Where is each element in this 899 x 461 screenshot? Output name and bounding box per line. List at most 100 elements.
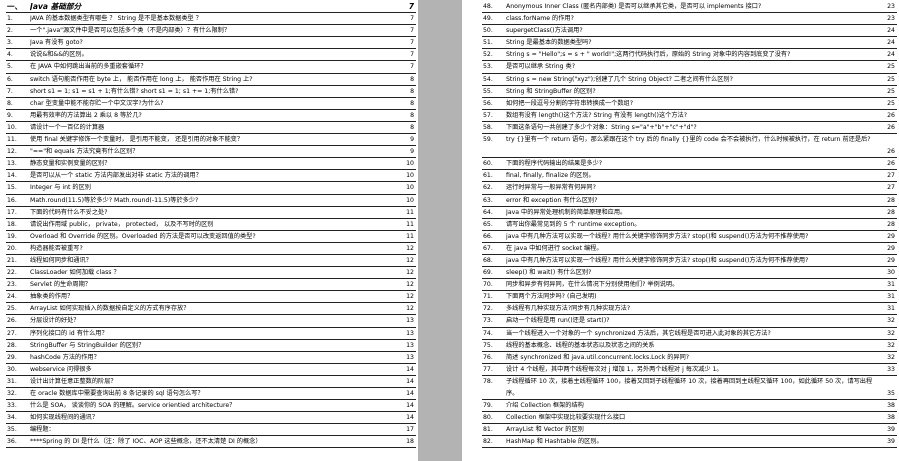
toc-entry-title: String s = new String("xyz");创建了几个 Strin… — [506, 75, 733, 83]
toc-entry[interactable]: 21. 线程如何同步和通讯？ 12 — [6, 255, 416, 268]
toc-entry-number: 50. — [483, 27, 493, 35]
toc-list-left: 一、 Java 基础部分 7 1. JAVA 的基本数据类型有哪些 ？ String 是… — [6, 1, 416, 449]
toc-entry[interactable]: 29. hashCode 方法的作用？ 13 — [6, 352, 416, 364]
toc-entry[interactable]: 35. 编程题： 17 — [6, 424, 416, 437]
toc-entry[interactable]: 36. ****Spring 的 DI 是什么（注：除了 IOC、AOP 这些概念… — [6, 436, 416, 449]
toc-entry[interactable]: 18. 请说出作用域 public， private， protected， 以及… — [6, 219, 416, 231]
toc-entry[interactable]: 8. char 型变量中能不能存贮一个中文汉字?为什么? 8 — [6, 98, 416, 110]
toc-entry[interactable]: 79. 介绍 Collection 框架的结构 38 — [482, 400, 897, 413]
toc-entry[interactable]: 56. 如何把一段逗号分割的字符串转换成一个数组? 25 — [482, 98, 897, 110]
toc-entry-number: 36. — [7, 438, 17, 446]
toc-entry[interactable]: 15. Integer 与 int 的区别 10 — [6, 182, 416, 195]
toc-entry-page-number: 7 — [410, 39, 414, 47]
toc-entry[interactable]: 14. 是否可以从一个 static 方法内部发出对非 static 方法的调用？… — [6, 170, 416, 183]
toc-entry[interactable]: 72. 多线程有几种实现方法?同步有几种实现方法? 31 — [482, 303, 897, 316]
toc-entry[interactable]: 22. ClassLoader 如何加载 class ？ 12 — [6, 267, 416, 280]
toc-entry[interactable]: 49. class.forName 的作用? 23 — [482, 13, 897, 26]
toc-entry[interactable]: 68. java 中有几种方法可以实现一个线程? 用什么关键字修饰同步方法? st… — [482, 255, 897, 268]
toc-entry[interactable]: 66. java 中有几种方法可以实现一个线程? 用什么关键字修饰同步方法? st… — [482, 231, 897, 243]
toc-entry[interactable]: 71. 下面两个方法同步吗? (自己发明) 31 — [482, 291, 897, 304]
toc-entry[interactable]: 69. sleep() 和 wait() 有什么区别? 30 — [482, 267, 897, 280]
toc-entry-number: 81. — [483, 426, 493, 434]
toc-entry[interactable]: 34. 如何实现线程间的通讯？ 14 — [6, 412, 416, 425]
toc-entry-page-number: 7 — [410, 15, 414, 23]
toc-entry-number: 77. — [483, 365, 493, 373]
toc-entry[interactable]: 64. Java 中的异常处理机制的简单原理和应用。 28 — [482, 207, 897, 219]
toc-entry-page-number: 13 — [406, 329, 414, 337]
toc-entry[interactable]: 10. 请设计一个一百亿的计算器 8 — [6, 122, 416, 135]
toc-entry[interactable]: 78. 子线程循环 10 次，接着主线程循环 100，接着又回到子线程循环 10 … — [482, 376, 897, 401]
toc-entry[interactable]: 2. 一个".java"源文件中是否可以包括多个类（不是内部类）？有什么限制？ 7 — [6, 25, 416, 38]
toc-entry-number: 75. — [483, 341, 493, 349]
toc-entry-page-number: 14 — [406, 402, 414, 410]
toc-entry[interactable]: 25. ArrayList 如何实现插入的数据按自定义的方式有序存放？ 12 — [6, 303, 416, 316]
toc-section-heading[interactable]: 一、 Java 基础部分 7 — [6, 1, 416, 14]
toc-entry-number: 26. — [7, 317, 17, 325]
toc-entry[interactable]: 20. 构造器能否被重写? 12 — [6, 243, 416, 255]
toc-entry[interactable]: 12. "=="和 equals 方法究竟有什么区别？ 9 — [6, 146, 416, 159]
toc-entry-title: Anonymous Inner Class (匿名内部类) 是否可以继承其它类，… — [506, 3, 762, 10]
toc-entry[interactable]: 5. 在 JAVA 中如何跳出当前的多重嵌套循环？ 7 — [6, 61, 416, 74]
toc-entry[interactable]: 77. 设计 4 个线程，其中两个线程每次对 j 增加 1，另外两个线程对 j 每… — [482, 364, 897, 376]
toc-entry[interactable]: 28. StringBuffer 与 StringBuilder 的区别？ 13 — [6, 340, 416, 352]
toc-entry[interactable]: 30. webservice 问得很多 14 — [6, 364, 416, 376]
toc-entry-page-number: 8 — [410, 99, 414, 107]
toc-entry-page-number: 25 — [887, 75, 895, 83]
toc-entry[interactable]: 24. 抽象类的作用？ 12 — [6, 291, 416, 304]
toc-entry[interactable]: 60. 下面的程序代码输出的结果是多少? 26 — [482, 158, 897, 171]
toc-entry-title: supergetClass()方法调用? — [506, 27, 583, 35]
toc-entry[interactable]: 81. ArrayList 和 Vector 的区别 39 — [482, 424, 897, 437]
toc-entry-number: 19. — [7, 232, 17, 240]
toc-entry[interactable]: 57. 数组有没有 length()这个方法? String 有没有 length… — [482, 110, 897, 122]
toc-entry[interactable]: 19. Overload 和 Override 的区别。Overloaded 的方… — [6, 231, 416, 243]
toc-entry[interactable]: 26. 分层设计的好处？ 13 — [6, 315, 416, 328]
toc-entry[interactable]: 65. 请写出你最常见到的 5 个 runtime exception。 28 — [482, 219, 897, 231]
toc-entry[interactable]: 61. final, finally, finalize 的区别。 27 — [482, 170, 897, 183]
toc-entry-title: 是否可以继承 String 类? — [506, 63, 575, 71]
toc-entry[interactable]: 32. 在 oracle 数据库中需要查询出前 8 条记录的 sql 语句怎么写？… — [6, 388, 416, 401]
toc-entry-title: JAVA 的基本数据类型有哪些 ？ String 是不是基本数据类型 ？ — [30, 15, 202, 23]
toc-entry[interactable]: 6. switch 语句能否作用在 byte 上， 能否作用在 long 上， 能… — [6, 74, 416, 86]
toc-entry[interactable]: 54. String s = new String("xyz");创建了几个 St… — [482, 74, 897, 86]
toc-entry[interactable]: 53. 是否可以继承 String 类? 25 — [482, 61, 897, 74]
toc-entry[interactable]: 74. 当一个线程进入一个对象的一个 synchronized 方法后，其它线程是… — [482, 328, 897, 340]
toc-entry[interactable]: 7. short s1 = 1; s1 = s1 + 1;有什么错? short … — [6, 86, 416, 98]
toc-entry[interactable]: 59. try {}里有一个 return 语句，那么紧跟在这个 try 后的 f… — [482, 134, 897, 159]
toc-entry-page-number: 14 — [406, 414, 414, 422]
toc-entry[interactable]: 82. HashMap 和 Hashtable 的区别。 39 — [482, 436, 897, 449]
toc-entry[interactable]: 63. error 和 exception 有什么区别? 28 — [482, 195, 897, 207]
toc-entry[interactable]: 58. 下面这条语句一共创建了多少个对象：String s="a"+"b"+"c"… — [482, 122, 897, 135]
toc-entry[interactable]: 75. 线程的基本概念、线程的基本状态以及状态之间的关系 32 — [482, 340, 897, 352]
toc-entry[interactable]: 48. Anonymous Inner Class (匿名内部类) 是否可以继承其… — [482, 1, 897, 14]
toc-entry[interactable]: 73. 启动一个线程是用 run()还是 start()? 32 — [482, 315, 897, 328]
toc-entry-page-number: 12 — [406, 269, 414, 277]
toc-entry[interactable]: 31. 设计出计算任意正整数的阶层？ 14 — [6, 376, 416, 388]
toc-entry[interactable]: 76. 简述 synchronized 和 java.util.concurren… — [482, 352, 897, 364]
toc-entry[interactable]: 17. 下面的代码有什么不妥之处? 11 — [6, 207, 416, 219]
toc-entry-title: Java 有没有 goto? — [30, 39, 83, 47]
toc-entry-page-number: 8 — [410, 75, 414, 83]
toc-entry[interactable]: 67. 在 java 中如何进行 socket 编程。 29 — [482, 243, 897, 255]
toc-entry[interactable]: 62. 运行时异常与一般异常有何异同? 27 — [482, 182, 897, 195]
toc-entry[interactable]: 27. 序列化接口的 id 有什么用？ 13 — [6, 328, 416, 340]
toc-entry[interactable]: 55. String 和 StringBuffer 的区别? 25 — [482, 86, 897, 98]
toc-entry[interactable]: 51. String 是最基本的数据类型吗? 24 — [482, 37, 897, 50]
toc-entry[interactable]: 16. Math.round(11.5)等於多少? Math.round(-11.… — [6, 195, 416, 207]
toc-entry[interactable]: 9. 用最有效率的方法算出 2 乘以 8 等於几? 8 — [6, 110, 416, 122]
toc-entry[interactable]: 80. Collection 框架中实现比较要实现什么接口 38 — [482, 412, 897, 425]
toc-entry[interactable]: 4. 说说&和&&的区别。 7 — [6, 49, 416, 62]
toc-entry[interactable]: 50. supergetClass()方法调用? 24 — [482, 25, 897, 38]
toc-entry[interactable]: 70. 同步和异步有何异同，在什么情况下分别使用他们? 举例说明。 31 — [482, 279, 897, 292]
toc-entry[interactable]: 52. String s = "Hello";s = s + " world!";… — [482, 49, 897, 62]
toc-entry[interactable]: 13. 静态变量和实例变量的区别？ 10 — [6, 158, 416, 171]
toc-entry[interactable]: 33. 什么是 SOA， 谈谈你的 SOA 的理解。service orienti… — [6, 400, 416, 413]
toc-entry-page-number: 10 — [406, 172, 414, 180]
toc-entry[interactable]: 3. Java 有没有 goto? 7 — [6, 37, 416, 50]
toc-entry-page-number: 9 — [410, 136, 414, 144]
toc-entry-title: 如何实现线程间的通讯？ — [30, 414, 99, 422]
toc-entry-page-number: 25 — [887, 99, 895, 107]
toc-entry[interactable]: 1. JAVA 的基本数据类型有哪些 ？ String 是不是基本数据类型 ？ 7 — [6, 13, 416, 26]
toc-entry-title: 构造器能否被重写? — [30, 244, 83, 252]
toc-entry[interactable]: 23. Servlet 的生命周期？ 12 — [6, 279, 416, 292]
toc-entry[interactable]: 11. 使用 final 关键字修饰一个变量时， 是引用不能变， 还是引用的对象不… — [6, 134, 416, 147]
